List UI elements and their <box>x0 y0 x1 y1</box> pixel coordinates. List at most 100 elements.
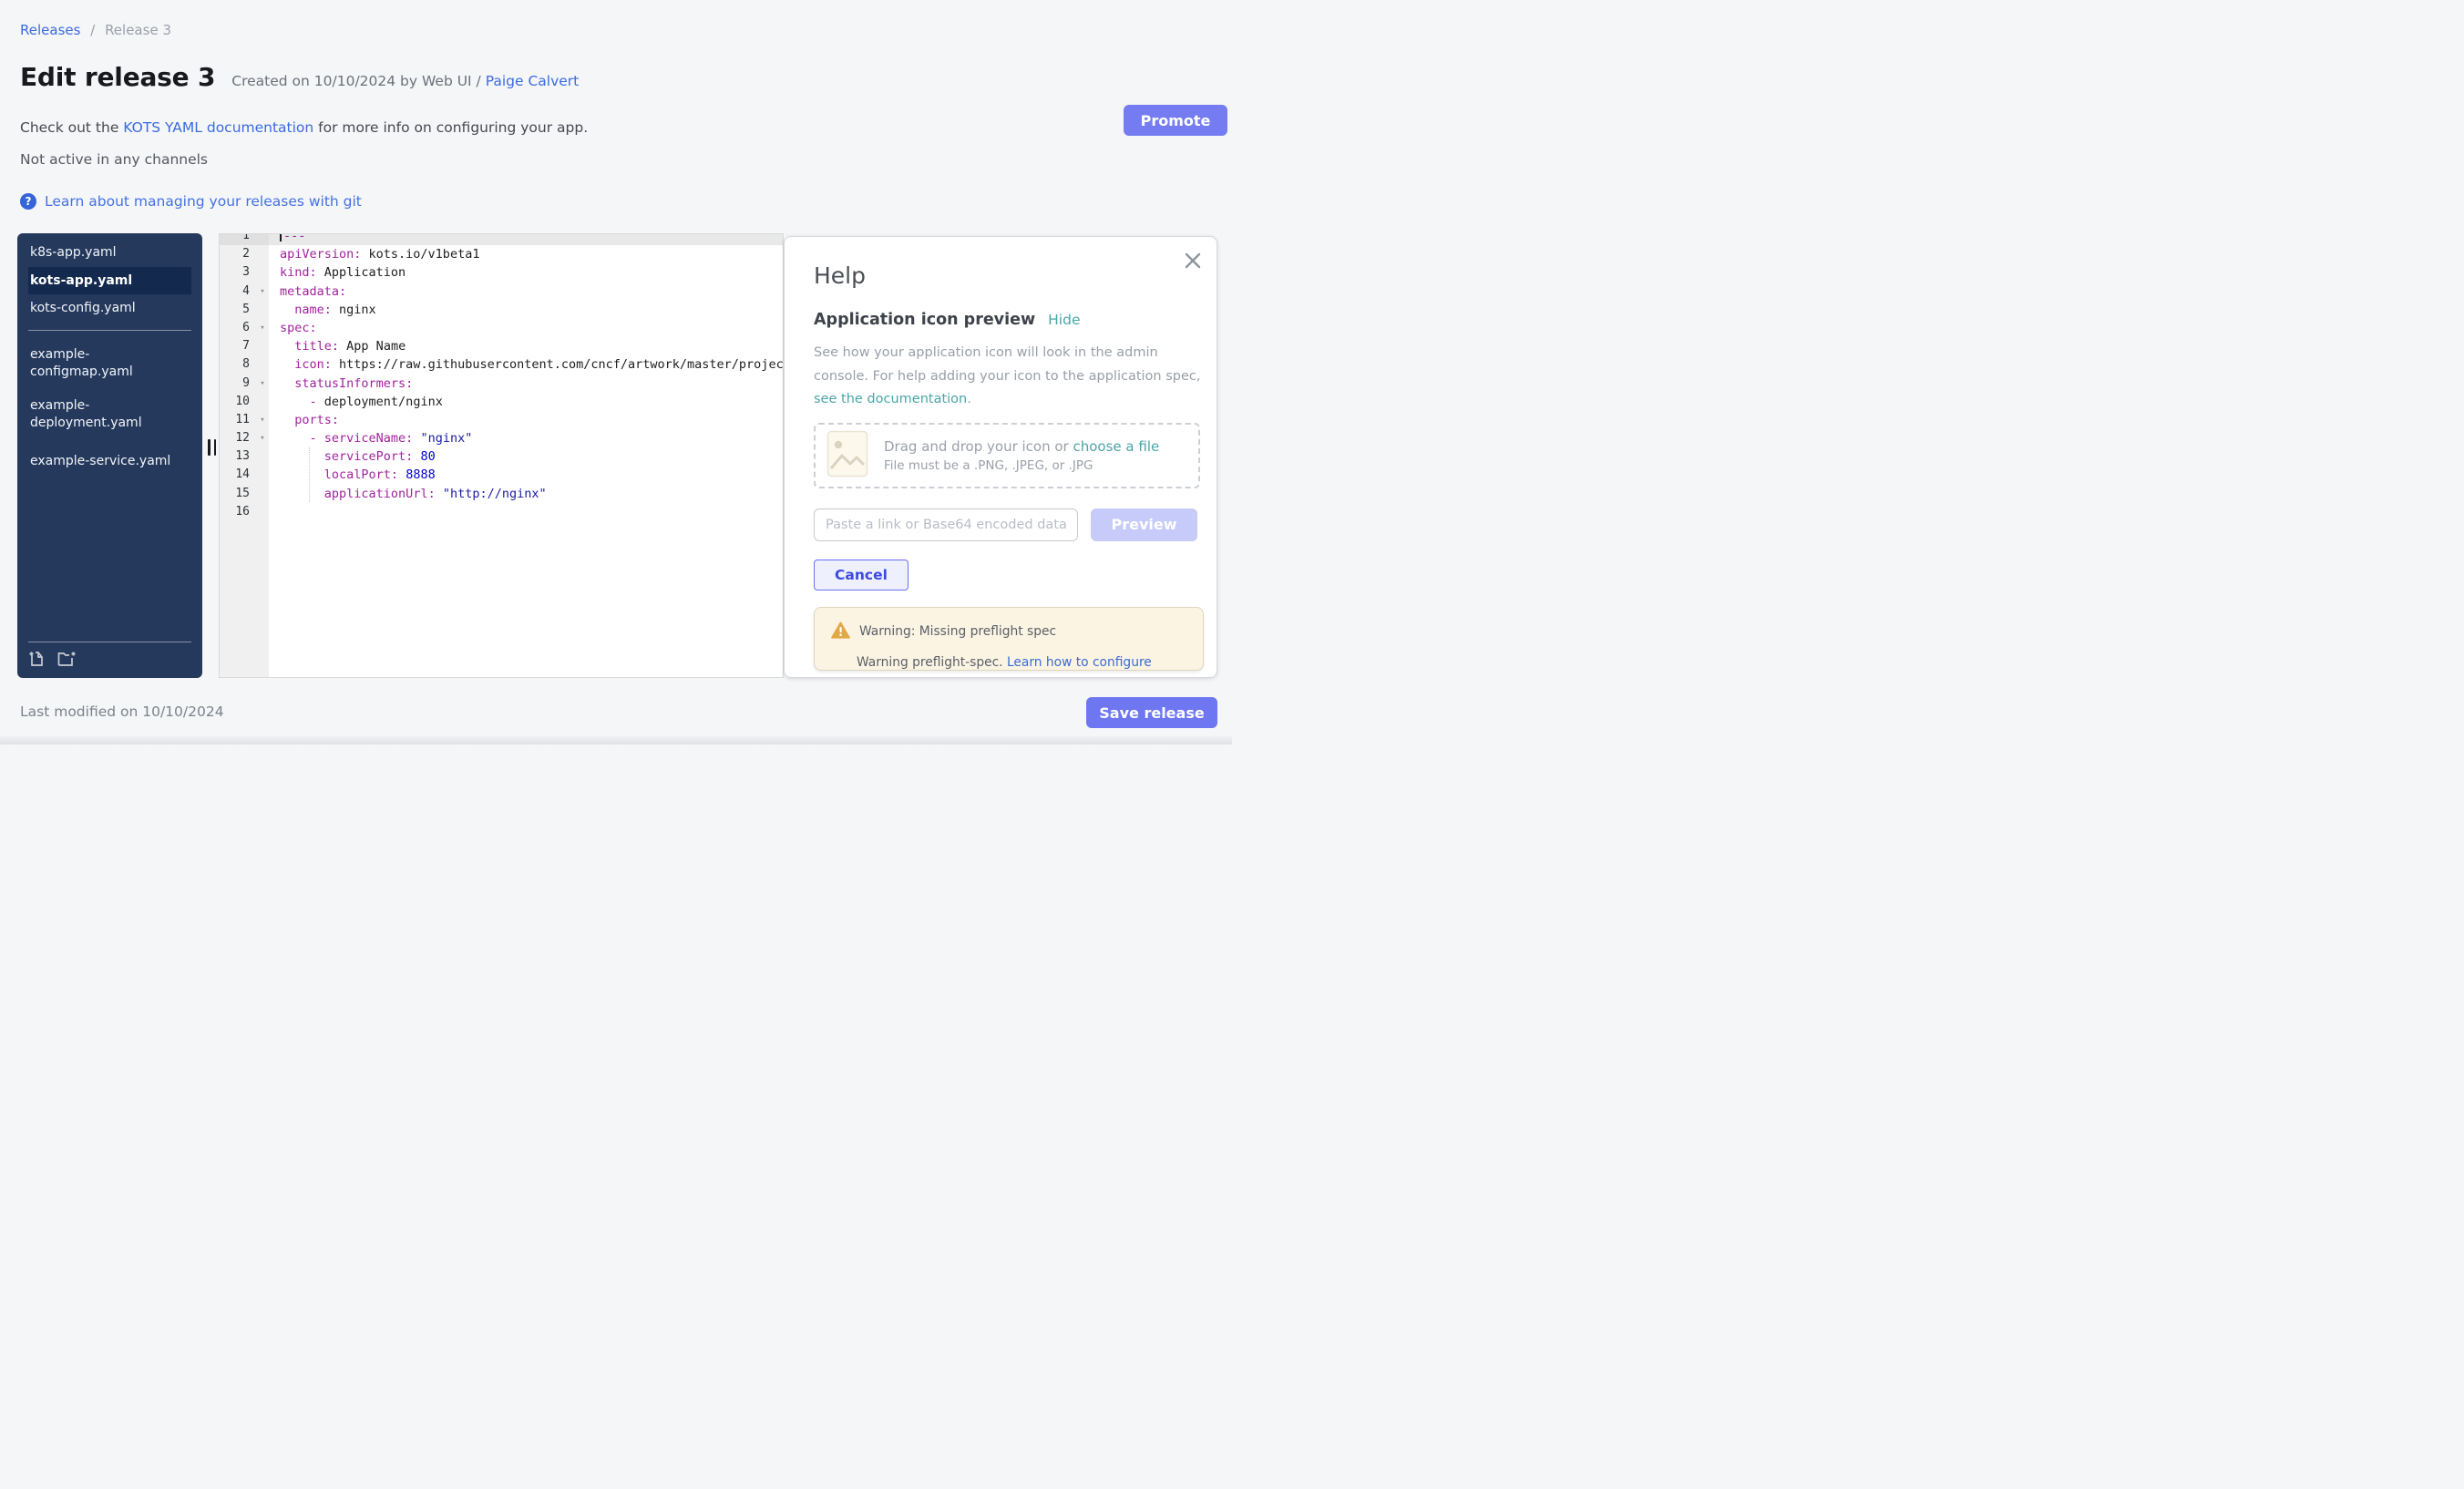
line-number: 14 <box>220 466 256 484</box>
last-modified-text: Last modified on 10/10/2024 <box>20 703 224 720</box>
cancel-button[interactable]: Cancel <box>814 560 909 590</box>
bottom-edge-strip <box>0 736 1232 744</box>
description-line: console. For help adding your icon to th… <box>814 365 1204 389</box>
line-number: 2 <box>220 245 256 263</box>
dropzone-requirements: File must be a .PNG, .JPEG, or .JPG <box>884 458 1159 473</box>
file-sidebar: k8s-app.yamlkots-app.yamlkots-config.yam… <box>17 233 202 678</box>
line-number: 5 <box>220 301 256 319</box>
code-text: apiVersion: kots.io/v1beta1 <box>269 245 783 263</box>
code-line-12[interactable]: 12▾ - serviceName: "nginx" <box>220 429 783 447</box>
yaml-code-editor[interactable]: 1---2 apiVersion: kots.io/v1beta13kind: A… <box>219 233 784 678</box>
fold-arrow-icon[interactable]: ▾ <box>256 375 269 393</box>
line-number: 15 <box>220 485 256 503</box>
icon-url-input[interactable] <box>814 508 1078 541</box>
code-line-2[interactable]: 2 apiVersion: kots.io/v1beta1 <box>220 245 783 263</box>
dropzone-text: Drag and drop your icon or choose a file… <box>884 438 1159 473</box>
hide-link[interactable]: Hide <box>1048 312 1080 328</box>
see-documentation-link[interactable]: see the documentation <box>814 392 967 406</box>
description-line: See how your application icon will look … <box>814 342 1204 365</box>
code-line-1[interactable]: 1--- <box>220 233 783 245</box>
sidebar-actions <box>28 642 191 667</box>
code-text: - serviceName: "nginx" <box>269 429 783 447</box>
warning-title: Warning: Missing preflight spec <box>859 624 1056 639</box>
line-number: 4 <box>220 282 256 301</box>
sidebar-item-kots-app.yaml[interactable]: kots-app.yaml <box>28 267 191 295</box>
code-line-13[interactable]: 13 servicePort: 80 <box>220 447 783 466</box>
fold-arrow-icon[interactable]: ▾ <box>256 411 269 429</box>
code-line-9[interactable]: 9▾ statusInformers: <box>220 375 783 393</box>
kots-yaml-docs-link[interactable]: KOTS YAML documentation <box>123 119 313 136</box>
sidebar-file-list-top: k8s-app.yamlkots-app.yamlkots-config.yam… <box>28 239 191 323</box>
code-text: applicationUrl: "http://nginx" <box>269 485 783 503</box>
line-number: 8 <box>220 355 256 374</box>
fold-spacer <box>256 485 269 503</box>
line-number: 6 <box>220 319 256 337</box>
code-line-14[interactable]: 14 localPort: 8888 <box>220 466 783 484</box>
code-line-5[interactable]: 5 name: nginx <box>220 301 783 319</box>
help-circle-icon: ? <box>20 193 36 210</box>
git-help-row: ? Learn about managing your releases wit… <box>20 193 362 210</box>
fold-spacer <box>256 466 269 484</box>
line-number: 13 <box>220 447 256 466</box>
sidebar-file-list-bottom: example-configmap.yaml example-deployment… <box>28 342 191 476</box>
icon-dropzone[interactable]: Drag and drop your icon or choose a file… <box>814 423 1200 488</box>
code-line-7[interactable]: 7 title: App Name <box>220 337 783 355</box>
code-line-15[interactable]: 15 applicationUrl: "http://nginx" <box>220 485 783 503</box>
sidebar-item-example-service.yaml[interactable]: example-service.yaml <box>28 448 191 476</box>
fold-arrow-icon[interactable]: ▾ <box>256 319 269 337</box>
sidebar-item-kots-config.yaml[interactable]: kots-config.yaml <box>28 294 191 323</box>
help-title: Help <box>814 262 1204 289</box>
breadcrumb-releases-link[interactable]: Releases <box>20 22 80 38</box>
new-file-icon[interactable] <box>28 650 46 667</box>
fold-arrow-icon[interactable]: ▾ <box>256 282 269 301</box>
breadcrumb-current: Release 3 <box>105 22 171 38</box>
sidebar-item-example-deployment.yaml[interactable]: example-deployment.yaml <box>28 393 191 437</box>
docs-line-prefix: Check out the <box>20 119 123 136</box>
page-title: Edit release 3 <box>20 62 215 92</box>
sidebar-item-k8s-app.yaml[interactable]: k8s-app.yaml <box>28 239 191 267</box>
close-icon[interactable] <box>1184 252 1202 270</box>
git-releases-link[interactable]: Learn about managing your releases with … <box>45 193 362 210</box>
breadcrumb: Releases / Release 3 <box>20 22 171 38</box>
code-text: --- <box>269 233 783 245</box>
fold-arrow-icon[interactable]: ▾ <box>256 429 269 447</box>
code-text: kind: Application <box>269 263 783 282</box>
new-folder-icon[interactable] <box>57 650 77 667</box>
docs-line-suffix: for more info on configuring your app. <box>313 119 588 136</box>
code-text: - deployment/nginx <box>269 393 783 411</box>
save-release-button[interactable]: Save release <box>1086 697 1217 728</box>
configure-preflight-link[interactable]: Learn how to configure <box>1007 655 1152 670</box>
fold-spacer <box>256 503 269 521</box>
code-text: ports: <box>269 411 783 429</box>
line-number: 12 <box>220 429 256 447</box>
line-number: 10 <box>220 393 256 411</box>
code-line-8[interactable]: 8 icon: https://raw.githubusercontent.co… <box>220 355 783 374</box>
code-line-6[interactable]: 6▾spec: <box>220 319 783 337</box>
fold-spacer <box>256 233 269 245</box>
section-description: See how your application icon will look … <box>814 342 1204 412</box>
code-line-16[interactable]: 16 <box>220 503 783 521</box>
title-row: Edit release 3 Created on 10/10/2024 by … <box>20 62 579 92</box>
code-line-4[interactable]: 4▾metadata: <box>220 282 783 301</box>
author-link[interactable]: Paige Calvert <box>486 73 580 89</box>
promote-button[interactable]: Promote <box>1124 105 1227 136</box>
choose-file-link[interactable]: choose a file <box>1073 438 1160 455</box>
sidebar-resize-handle[interactable] <box>208 439 216 456</box>
fold-spacer <box>256 263 269 282</box>
fold-spacer <box>256 245 269 263</box>
breadcrumb-separator: / <box>90 22 95 38</box>
code-line-10[interactable]: 10 - deployment/nginx <box>220 393 783 411</box>
sidebar-divider <box>28 330 191 331</box>
preview-button[interactable]: Preview <box>1091 508 1197 541</box>
code-line-11[interactable]: 11▾ ports: <box>220 411 783 429</box>
code-text: servicePort: 80 <box>269 447 783 466</box>
code-text: localPort: 8888 <box>269 466 783 484</box>
docs-line: Check out the KOTS YAML documentation fo… <box>20 119 588 136</box>
sidebar-item-example-configmap.yaml[interactable]: example-configmap.yaml <box>28 342 191 386</box>
fold-spacer <box>256 337 269 355</box>
indent-guide <box>309 447 310 502</box>
line-number: 11 <box>220 411 256 429</box>
code-text: icon: https://raw.githubusercontent.com/… <box>269 355 783 374</box>
code-line-3[interactable]: 3kind: Application <box>220 263 783 282</box>
text-cursor <box>280 233 282 241</box>
